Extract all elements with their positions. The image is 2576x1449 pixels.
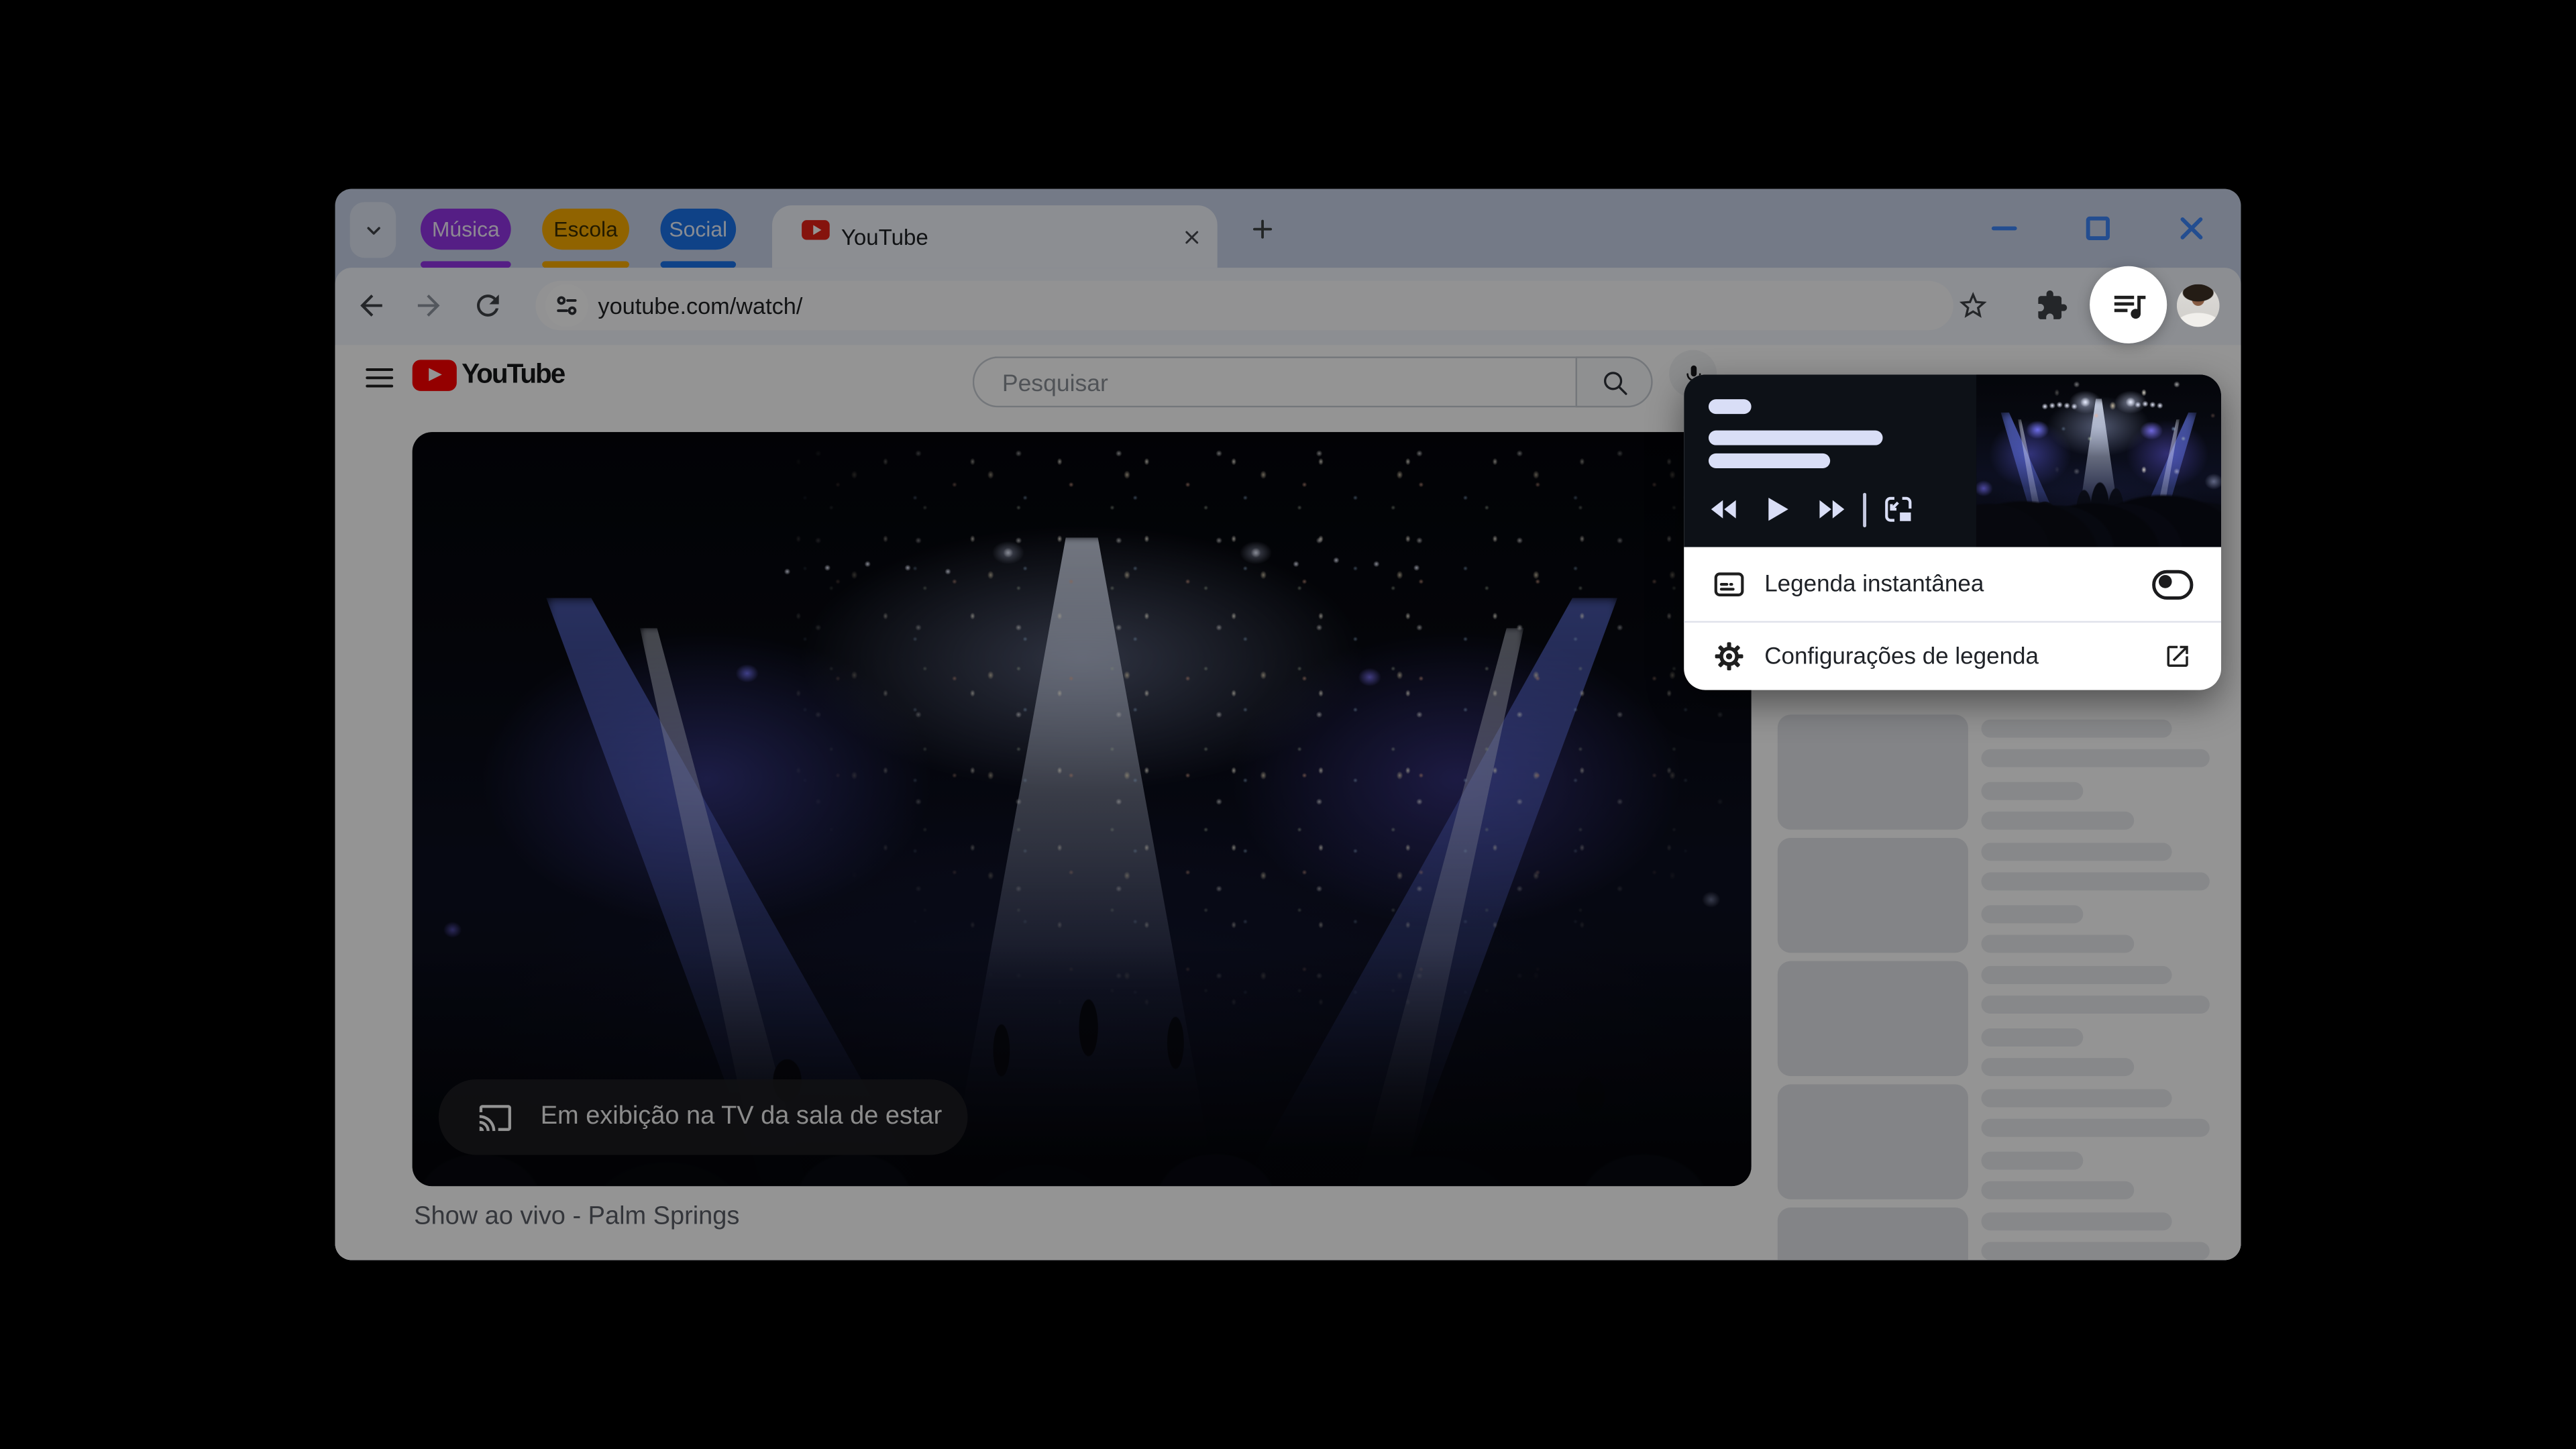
media-source-skeleton — [1708, 399, 1752, 413]
caption-settings-row[interactable]: Configurações de legenda — [1684, 623, 2221, 690]
open-in-new-icon — [2167, 645, 2188, 667]
media-title-skeleton — [1708, 430, 1883, 445]
caption-settings-label: Configurações de legenda — [1764, 643, 2039, 669]
media-session-card — [1684, 374, 2222, 547]
picture-in-picture-icon — [1885, 496, 1912, 521]
dim-overlay — [335, 189, 2241, 1260]
browser-window: Música Escola Social YouTube youtube.com… — [335, 189, 2241, 1260]
fast-forward-icon — [1819, 500, 1845, 519]
screen: Música Escola Social YouTube youtube.com… — [0, 0, 2576, 1449]
live-caption-label: Legenda instantânea — [1764, 571, 1984, 598]
live-caption-toggle[interactable] — [2152, 569, 2194, 599]
toggle-knob — [2157, 575, 2171, 588]
media-artwork — [1976, 374, 2222, 547]
profile-avatar[interactable] — [2176, 284, 2220, 327]
media-playback-controls — [1684, 483, 1976, 535]
media-controls-button[interactable] — [2090, 266, 2167, 343]
controls-divider — [1863, 492, 1867, 527]
play-icon — [1768, 498, 1788, 521]
rewind-icon — [1711, 500, 1736, 519]
media-artist-skeleton — [1708, 453, 1831, 468]
next-track-button[interactable] — [1805, 483, 1860, 535]
live-caption-row[interactable]: Legenda instantânea — [1684, 547, 2221, 621]
media-controls-popup: Legenda instantânea Configurações de leg… — [1684, 374, 2222, 690]
picture-in-picture-button[interactable] — [1871, 483, 1925, 535]
closed-captions-icon — [1714, 572, 1744, 596]
queue-music-icon — [2113, 294, 2145, 318]
play-button[interactable] — [1752, 483, 1806, 535]
settings-gear-icon — [1715, 642, 1743, 671]
previous-track-button[interactable] — [1697, 483, 1752, 535]
concert-artwork-image — [1976, 374, 2222, 547]
